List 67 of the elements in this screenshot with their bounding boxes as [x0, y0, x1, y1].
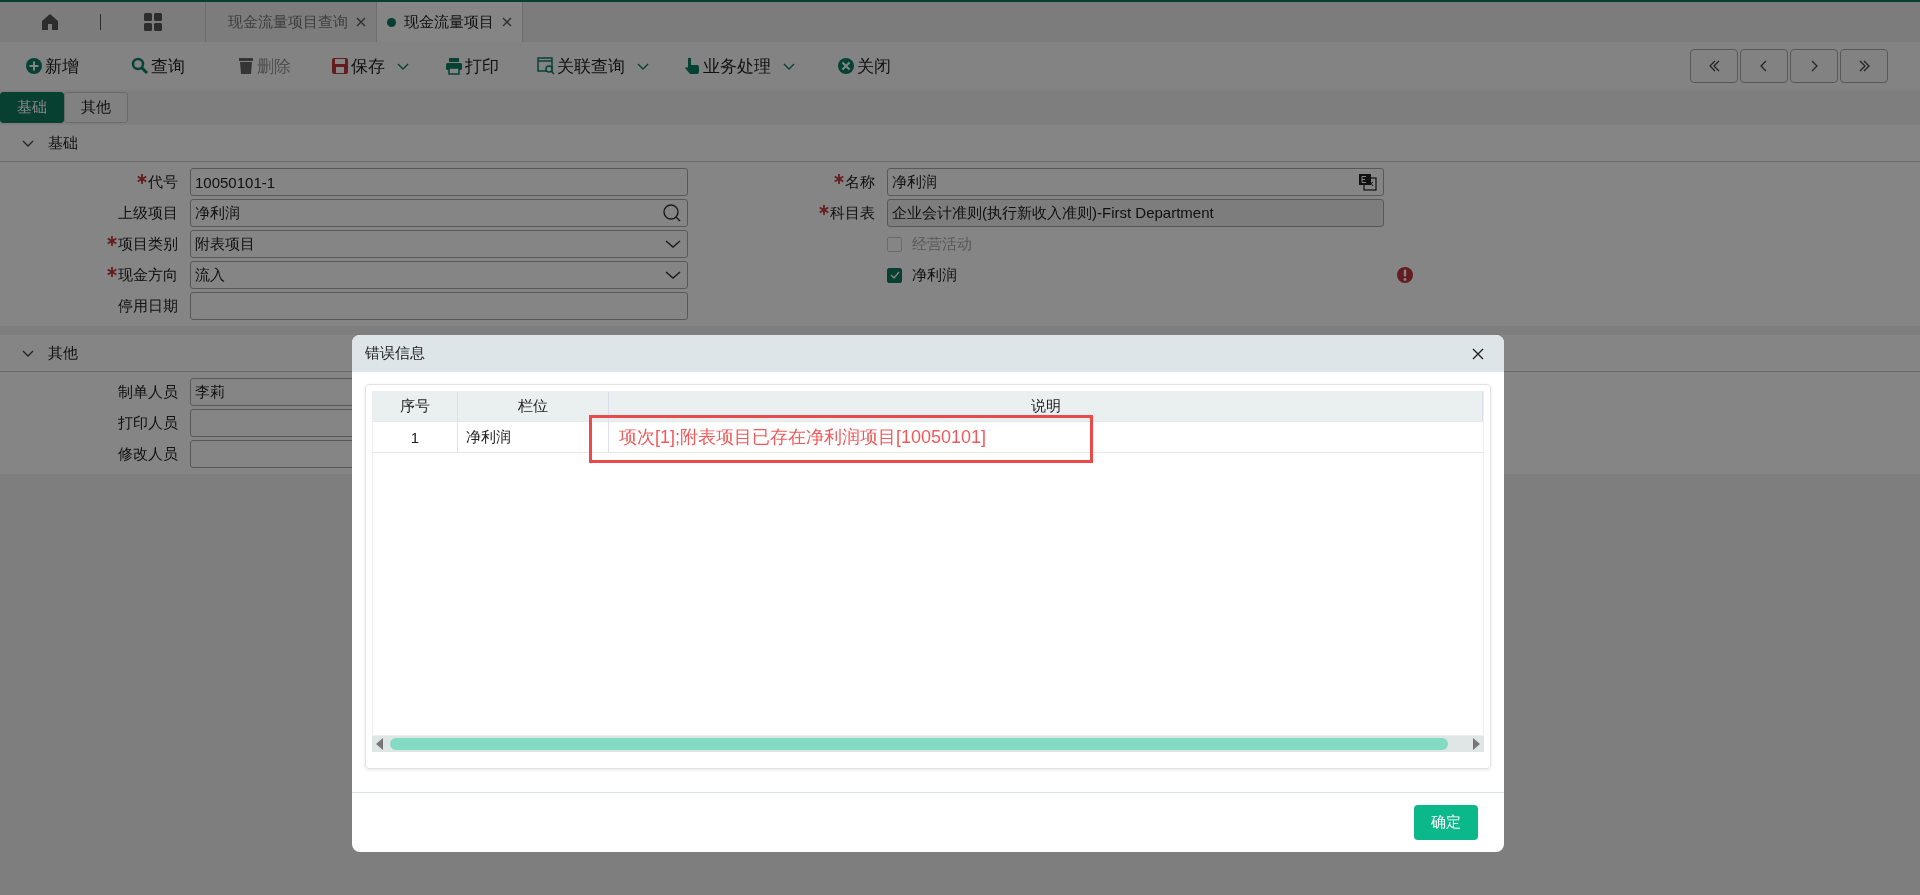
tab-label[interactable]: 现金流量项目查询: [228, 12, 348, 32]
form-tab[interactable]: 其他: [64, 92, 128, 123]
translate-icon: [1359, 173, 1377, 191]
field-label: 打印人员: [118, 413, 178, 433]
toolbar-button[interactable]: 关闭: [837, 54, 891, 78]
section-header[interactable]: 基础: [0, 125, 1920, 162]
toolbar-button[interactable]: 保存: [331, 54, 409, 78]
field-label: 上级项目: [118, 203, 178, 223]
select-field[interactable]: 流入: [190, 261, 688, 289]
input-field[interactable]: 净利润: [887, 168, 1384, 196]
input-field[interactable]: 10050101-1: [190, 168, 688, 196]
page-tab[interactable]: 现金流量项目: [376, 2, 523, 42]
column-header: 序号: [373, 392, 458, 421]
caret-icon: [397, 62, 409, 70]
active-dot-icon: [387, 17, 396, 27]
column-header: 栏位: [458, 392, 609, 421]
first-page-button[interactable]: [1690, 49, 1738, 83]
field-label: 现金方向: [118, 265, 178, 285]
pointing-hand-icon: [683, 57, 701, 75]
plus-circle-icon: [25, 57, 43, 75]
window-search-icon: [537, 57, 555, 75]
horizontal-scrollbar[interactable]: [372, 736, 1484, 752]
last-page-button[interactable]: [1840, 49, 1888, 83]
close-icon: [837, 57, 855, 75]
next-page-button[interactable]: [1790, 49, 1838, 83]
scroll-right-icon: [1472, 738, 1480, 750]
search-icon: [663, 204, 681, 222]
field-label: 修改人员: [118, 444, 178, 464]
chevron-icon: [22, 349, 34, 357]
field-label: 制单人员: [118, 382, 178, 402]
field-label: 停用日期: [118, 296, 178, 316]
caret-icon: [783, 62, 795, 70]
table-cell: 净利润: [458, 422, 609, 452]
table-cell: 1: [373, 422, 458, 452]
scroll-left-icon: [376, 738, 384, 750]
trash-icon: [237, 57, 255, 75]
tab-label[interactable]: 现金流量项目: [404, 12, 494, 32]
input-field: 企业会计准则(执行新收入准则)-First Department: [887, 199, 1384, 227]
field-label: 名称: [845, 172, 875, 192]
input-field[interactable]: [190, 292, 688, 320]
toolbar-button[interactable]: 打印: [445, 54, 499, 78]
chevron-down-icon: [665, 240, 681, 248]
field-label: 科目表: [830, 203, 875, 223]
toolbar-button[interactable]: 业务处理: [683, 54, 795, 78]
search-icon: [131, 57, 149, 75]
caret-icon: [637, 62, 649, 70]
chevron-icon: [22, 139, 34, 147]
previous-page-button[interactable]: [1740, 49, 1788, 83]
field-label: 项目类别: [118, 234, 178, 254]
toolbar-button[interactable]: 新增: [25, 54, 79, 78]
dialog-title: 错误信息: [365, 344, 425, 363]
field-label: 代号: [148, 172, 178, 192]
checkbox-label: 净利润: [912, 265, 957, 285]
double-chevron-left-icon: [1708, 60, 1720, 72]
confirm-button[interactable]: 确定: [1414, 805, 1478, 840]
printer-icon: [445, 57, 463, 75]
select-field[interactable]: 附表项目: [190, 230, 688, 258]
toolbar-button[interactable]: 查询: [131, 54, 185, 78]
checkbox[interactable]: [887, 267, 902, 283]
form-tab[interactable]: 基础: [0, 92, 64, 123]
toolbar-button[interactable]: 关联查询: [537, 54, 649, 78]
double-chevron-right-icon: [1858, 60, 1870, 72]
chevron-down-icon: [665, 271, 681, 279]
input-field[interactable]: 净利润: [190, 199, 688, 227]
close-icon: [502, 17, 512, 27]
close-icon: [356, 17, 366, 27]
table-cell-text: 项次[1];附表项目已存在净利润项目[10050101]: [618, 426, 988, 449]
